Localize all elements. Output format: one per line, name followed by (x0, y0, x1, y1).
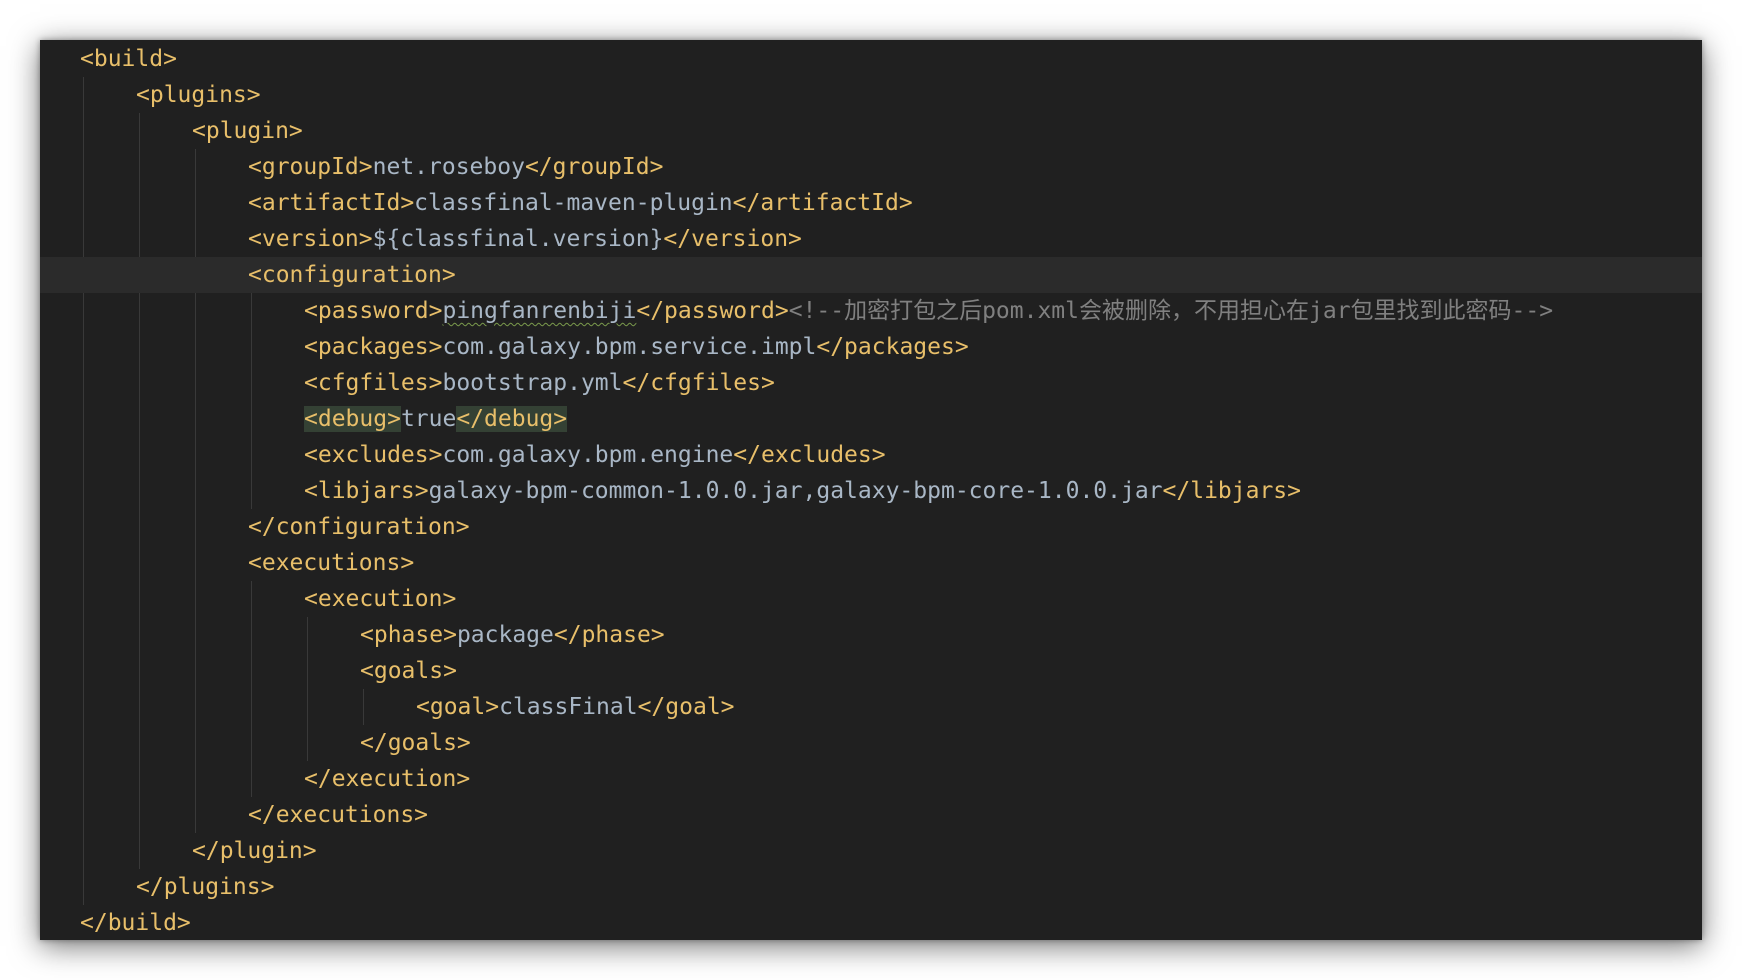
code-line[interactable]: <goals> (40, 653, 1702, 689)
xml-text: bootstrap.yml (442, 370, 623, 396)
code-line[interactable]: <executions> (40, 545, 1702, 581)
code-line[interactable]: </configuration> (40, 509, 1702, 545)
xml-tag: <debug> (304, 406, 401, 432)
xml-tag: </configuration> (248, 514, 470, 540)
code-line[interactable]: </executions> (40, 797, 1702, 833)
xml-comment: <!--加密打包之后pom.xml会被删除，不用担心在jar包里找到此密码--> (788, 298, 1554, 324)
code-line[interactable]: <excludes>com.galaxy.bpm.engine</exclude… (40, 437, 1702, 473)
xml-tag: <executions> (248, 550, 415, 576)
xml-text: com.galaxy.bpm.engine (442, 442, 734, 468)
code-line[interactable]: </plugin> (40, 833, 1702, 869)
code-line[interactable]: <build> (40, 41, 1702, 77)
xml-tag: <excludes> (304, 442, 443, 468)
code-line[interactable]: <plugin> (40, 113, 1702, 149)
code-line[interactable]: <phase>package</phase> (40, 617, 1702, 653)
xml-tag: <libjars> (304, 478, 429, 504)
xml-tag: </executions> (248, 802, 429, 828)
code-editor-window: <build> <plugins> <plugin> <groupId>net.ros… (40, 40, 1702, 940)
xml-tag: </phase> (553, 622, 665, 648)
code-line[interactable]: <libjars>galaxy-bpm-common-1.0.0.jar,gal… (40, 473, 1702, 509)
xml-tag: <groupId> (248, 154, 373, 180)
xml-tag: <execution> (304, 586, 457, 612)
code-line[interactable]: </execution> (40, 761, 1702, 797)
xml-tag: </cfgfiles> (622, 370, 775, 396)
xml-tag: </version> (663, 226, 802, 252)
code-line[interactable]: <goal>classFinal</goal> (40, 689, 1702, 725)
xml-text: true (400, 406, 457, 432)
xml-text: galaxy-bpm-common-1.0.0.jar,galaxy-bpm-c… (428, 478, 1163, 504)
xml-tag: </debug> (456, 406, 568, 432)
xml-tag: </plugins> (136, 874, 275, 900)
code-line[interactable]: </plugins> (40, 869, 1702, 905)
code-line[interactable]: <version>${classfinal.version}</version> (40, 221, 1702, 257)
xml-tag: </artifactId> (732, 190, 913, 216)
xml-text: package (456, 622, 554, 648)
xml-tag: </excludes> (733, 442, 886, 468)
xml-tag: </groupId> (524, 154, 664, 180)
code-line[interactable]: <groupId>net.roseboy</groupId> (40, 149, 1702, 185)
xml-tag: <plugin> (192, 118, 303, 144)
xml-tag: <build> (80, 46, 177, 72)
xml-tag: </goals> (360, 730, 471, 756)
xml-text: net.roseboy (372, 154, 525, 180)
xml-tag: </libjars> (1162, 478, 1302, 504)
xml-tag: <configuration> (248, 262, 456, 288)
xml-tag: </execution> (304, 766, 471, 792)
code-line[interactable]: <debug>true</debug> (40, 401, 1702, 437)
xml-text: pingfanrenbiji (442, 298, 637, 324)
xml-tag: </goal> (637, 694, 735, 720)
code-line[interactable]: <execution> (40, 581, 1702, 617)
xml-tag: <goals> (360, 658, 457, 684)
xml-tag: <password> (304, 298, 443, 324)
code-line[interactable]: <plugins> (40, 77, 1702, 113)
code-line[interactable]: <configuration> (40, 257, 1702, 293)
code-line[interactable]: </build> (40, 905, 1702, 940)
code-area[interactable]: <build> <plugins> <plugin> <groupId>net.ros… (40, 40, 1702, 940)
xml-text: com.galaxy.bpm.service.impl (442, 334, 817, 360)
xml-tag: <artifactId> (248, 190, 415, 216)
xml-tag: <goal> (416, 694, 500, 720)
xml-tag: <plugins> (136, 82, 261, 108)
xml-text: classfinal-maven-plugin (414, 190, 733, 216)
code-line[interactable]: <packages>com.galaxy.bpm.service.impl</p… (40, 329, 1702, 365)
xml-tag: <phase> (360, 622, 457, 648)
xml-tag: <version> (248, 226, 373, 252)
xml-tag: </packages> (816, 334, 969, 360)
xml-tag: </password> (636, 298, 789, 324)
xml-tag: <cfgfiles> (304, 370, 443, 396)
code-line[interactable]: </goals> (40, 725, 1702, 761)
xml-tag: <packages> (304, 334, 443, 360)
code-line[interactable]: <cfgfiles>bootstrap.yml</cfgfiles> (40, 365, 1702, 401)
xml-text: classFinal (499, 694, 638, 720)
code-line[interactable]: <password>pingfanrenbiji</password><!--加… (40, 293, 1702, 329)
xml-tag: </build> (80, 910, 191, 936)
xml-tag: </plugin> (192, 838, 317, 864)
xml-text: ${classfinal.version} (372, 226, 664, 252)
code-line[interactable]: <artifactId>classfinal-maven-plugin</art… (40, 185, 1702, 221)
